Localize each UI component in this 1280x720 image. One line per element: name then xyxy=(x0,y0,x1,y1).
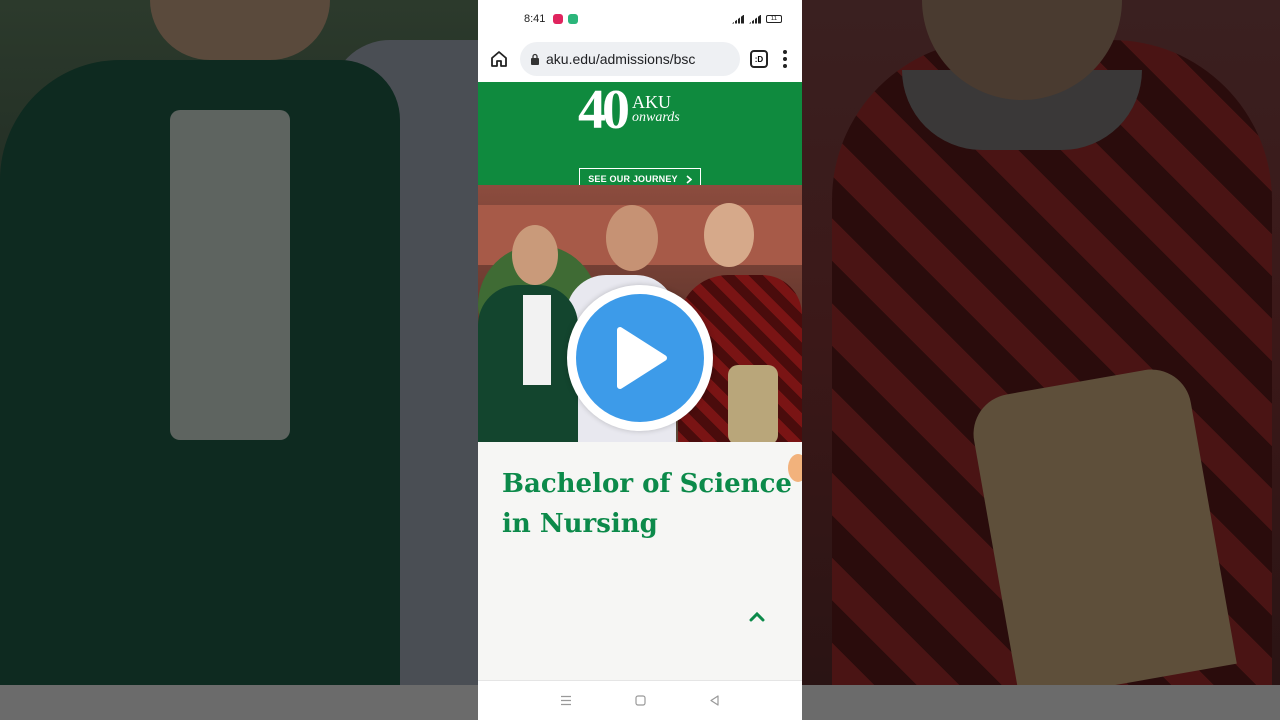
notification-icon xyxy=(553,14,564,24)
notification-icon xyxy=(568,14,579,24)
square-icon xyxy=(634,695,646,706)
students-photo xyxy=(478,185,802,442)
background-face xyxy=(150,0,330,60)
triangle-back-icon xyxy=(709,695,719,706)
menu-lines-icon xyxy=(561,695,571,706)
tab-switcher-button[interactable]: :D xyxy=(750,50,768,68)
logo-number: 40 xyxy=(578,82,630,141)
status-time: 8:41 xyxy=(524,13,546,25)
background-shirt xyxy=(170,110,290,440)
logo-tagline: onwards xyxy=(632,110,680,125)
url-text: aku.edu/admissions/bsc xyxy=(546,51,696,67)
home-button[interactable] xyxy=(488,48,510,70)
back-button[interactable] xyxy=(707,694,721,708)
status-indicators: 11 xyxy=(732,14,782,24)
signal-icon xyxy=(749,14,761,24)
status-bar: 8:41 11 xyxy=(478,0,802,38)
play-icon xyxy=(617,327,667,389)
signal-icon xyxy=(732,14,744,24)
student-left-shirt xyxy=(523,295,551,385)
student-right-head xyxy=(704,203,754,267)
play-button[interactable] xyxy=(567,285,713,431)
student-left-head xyxy=(512,225,558,285)
home-nav-button[interactable] xyxy=(633,694,647,708)
browser-toolbar: aku.edu/admissions/bsc :D xyxy=(478,38,802,80)
home-icon xyxy=(491,51,507,67)
logo-text: AKU xyxy=(632,92,671,112)
background-right xyxy=(802,0,1280,685)
chevron-up-icon xyxy=(749,612,765,622)
phone-screen: 8:41 11 aku.edu/admissions/bsc :D 40 AKU… xyxy=(478,0,802,720)
play-button-inner xyxy=(576,294,704,422)
lock-icon xyxy=(531,53,539,65)
battery-icon: 11 xyxy=(766,15,782,23)
page-body: Bachelor of Science in Nursing xyxy=(478,442,802,680)
scroll-to-top-button[interactable] xyxy=(746,606,768,628)
system-nav-bar xyxy=(478,680,802,720)
web-content: 40 AKU onwards SEE OUR JOURNEY Bachelor … xyxy=(478,82,802,680)
anniversary-banner: 40 AKU onwards SEE OUR JOURNEY xyxy=(478,82,802,190)
student-right-scarf xyxy=(728,365,778,442)
student-middle-head xyxy=(606,205,658,271)
recents-button[interactable] xyxy=(559,694,573,708)
journey-button-label: SEE OUR JOURNEY xyxy=(588,174,678,184)
decorative-shape xyxy=(788,454,802,482)
more-vert-icon[interactable] xyxy=(778,48,792,70)
address-bar[interactable]: aku.edu/admissions/bsc xyxy=(520,42,740,76)
background-left xyxy=(0,0,478,685)
chevron-right-icon xyxy=(686,174,692,184)
page-title: Bachelor of Science in Nursing xyxy=(502,469,792,539)
